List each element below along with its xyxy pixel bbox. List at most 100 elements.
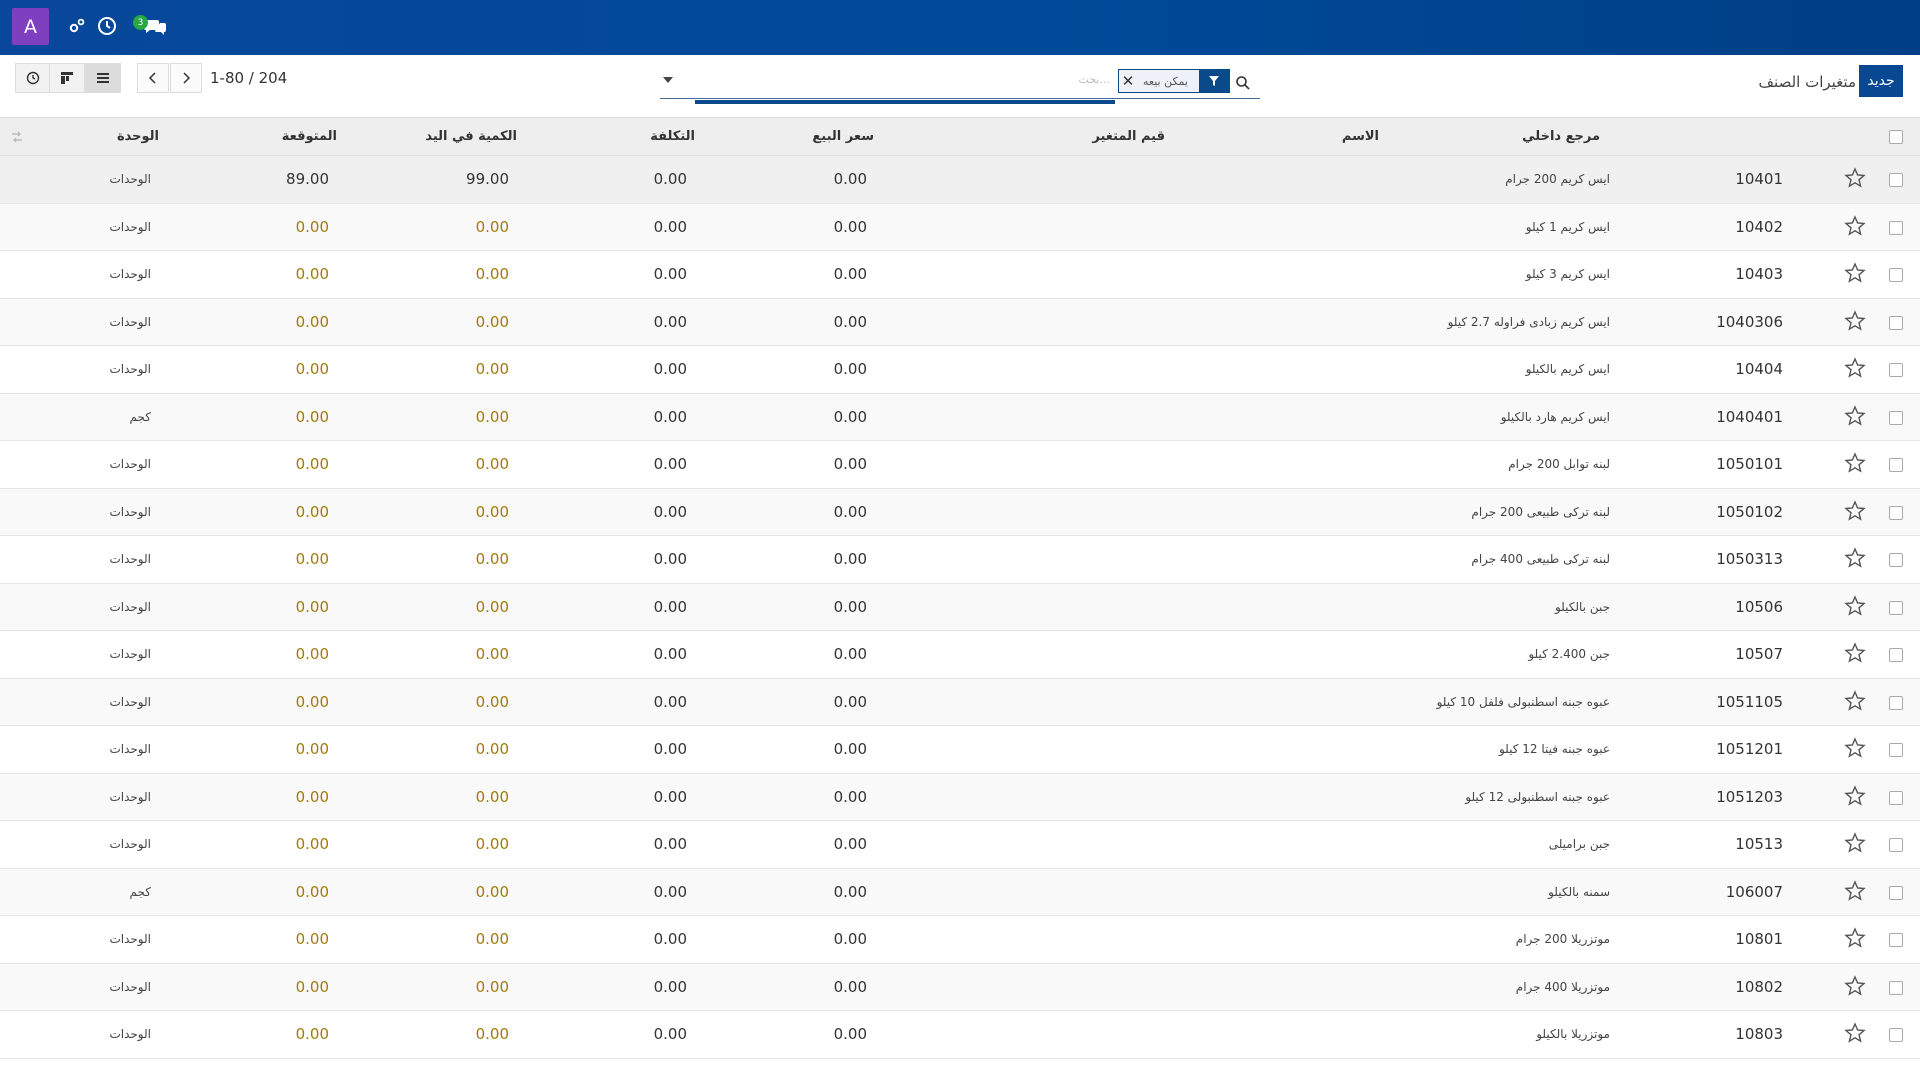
favorite-star-icon[interactable]: [1844, 262, 1866, 284]
facet-remove-icon[interactable]: ✕: [1119, 72, 1137, 90]
row-checkbox[interactable]: [1889, 1028, 1903, 1042]
table-row[interactable]: 10404 ايس كريم بالكيلو 0.00 0.00 0.00 0.00 الو…: [0, 346, 1920, 394]
column-ref[interactable]: مرجع داخلي: [1522, 129, 1600, 144]
favorite-star-icon[interactable]: [1844, 309, 1866, 332]
table-row[interactable]: 10803 موتزريلا بالكيلو 0.00 0.00 0.00 0.00 الو…: [0, 1011, 1920, 1059]
cell-qty-on-hand: 0.00: [475, 835, 509, 853]
pager-previous-button[interactable]: [137, 63, 169, 93]
row-checkbox[interactable]: [1889, 648, 1903, 662]
table-row[interactable]: 106007 سمنه بالكيلو 0.00 0.00 0.00 0.00 كجم: [0, 868, 1920, 916]
table-row[interactable]: 1040306 ايس كريم زبادى فراوله 2.7 كيلو 0.0…: [0, 298, 1920, 346]
favorite-star-icon[interactable]: [1844, 879, 1866, 902]
favorite-star-icon[interactable]: [1844, 214, 1866, 237]
table-row[interactable]: 10403 ايس كريم 3 كيلو 0.00 0.00 0.00 0.00 الوح…: [0, 251, 1920, 299]
column-qty-on-hand[interactable]: الكمية في اليد: [425, 129, 517, 144]
table-row[interactable]: 10401 ايس كريم 200 جرام 0.00 0.00 99.00 89.00…: [0, 156, 1920, 204]
cell-qty-on-hand: 0.00: [475, 455, 509, 473]
favorite-star-icon[interactable]: [1844, 737, 1866, 759]
row-checkbox[interactable]: [1889, 838, 1903, 852]
list-view-button[interactable]: [85, 63, 121, 93]
row-checkbox[interactable]: [1889, 743, 1903, 757]
row-checkbox[interactable]: [1889, 505, 1903, 520]
column-name[interactable]: الاسم: [1342, 129, 1379, 144]
cell-forecast: 0.00: [295, 740, 329, 758]
table-row[interactable]: 1051201 عبوه جبنه فيتا 12 كيلو 0.00 0.00 0.0…: [0, 726, 1920, 774]
row-checkbox[interactable]: [1889, 933, 1903, 947]
pager-next-button[interactable]: [170, 63, 202, 93]
table-row[interactable]: 10801 موتزريلا 200 جرام 0.00 0.00 0.00 0.00 ال…: [0, 916, 1920, 964]
row-checkbox[interactable]: [1889, 600, 1903, 615]
select-all-checkbox[interactable]: [1889, 130, 1903, 144]
cell-sale-price: 0.00: [833, 977, 867, 996]
activity-view-button[interactable]: [15, 63, 51, 93]
table-row[interactable]: 10802 موتزريلا 400 جرام 0.00 0.00 0.00 0.00 ال…: [0, 963, 1920, 1011]
table-row[interactable]: 10507 جبن 2.400 كيلو 0.00 0.00 0.00 0.00 الوحد…: [0, 631, 1920, 679]
favorite-star-icon[interactable]: [1844, 642, 1866, 664]
row-checkbox[interactable]: [1889, 268, 1903, 282]
column-forecast[interactable]: المتوقعة: [282, 129, 337, 144]
favorite-star-icon[interactable]: [1844, 357, 1866, 379]
table-row[interactable]: 1051105 عبوه جبنه اسطنبولى فلفل 10 كيلو 0.…: [0, 678, 1920, 726]
favorite-star-icon[interactable]: [1844, 499, 1866, 522]
cell-qty-on-hand: 0.00: [475, 217, 509, 236]
favorite-star-icon[interactable]: [1844, 594, 1866, 617]
row-checkbox[interactable]: [1889, 315, 1903, 330]
cell-cost: 0.00: [653, 882, 687, 901]
search-input[interactable]: [695, 100, 1115, 104]
favorite-star-icon[interactable]: [1844, 689, 1866, 712]
table-row[interactable]: 1050101 لبنه توابل 200 جرام 0.00 0.00 0.00 0.…: [0, 441, 1920, 489]
favorite-star-icon[interactable]: [1844, 927, 1866, 949]
column-variants[interactable]: قيم المتغير: [1092, 129, 1165, 144]
table-row[interactable]: 10506 جبن بالكيلو 0.00 0.00 0.00 0.00 الوحدات: [0, 583, 1920, 631]
row-checkbox[interactable]: [1889, 363, 1903, 377]
cell-uom: الوحدات: [109, 694, 151, 709]
favorite-star-icon[interactable]: [1844, 974, 1866, 997]
favorite-star-icon[interactable]: [1844, 404, 1866, 427]
new-button[interactable]: جديد: [1859, 65, 1903, 97]
table-row[interactable]: 1051203 عبوه جبنه اسطنبولى 12 كيلو 0.00 0.0…: [0, 773, 1920, 821]
cell-uom: الوحدات: [109, 314, 151, 329]
row-checkbox[interactable]: [1889, 220, 1903, 235]
cell-cost: 0.00: [653, 977, 687, 996]
row-checkbox[interactable]: [1889, 173, 1903, 187]
cell-name: ايس كريم بالكيلو: [1525, 362, 1610, 376]
row-checkbox[interactable]: [1889, 553, 1903, 567]
column-cost[interactable]: التكلفة: [650, 129, 695, 144]
cell-uom: الوحدات: [109, 599, 151, 614]
row-checkbox[interactable]: [1889, 695, 1903, 710]
row-checkbox[interactable]: [1889, 410, 1903, 425]
search-options-toggle[interactable]: [663, 77, 673, 83]
cell-sale-price: 0.00: [833, 787, 867, 806]
pager-value[interactable]: 1-80 / 204: [210, 69, 287, 87]
favorite-star-icon[interactable]: [1844, 784, 1866, 807]
row-checkbox[interactable]: [1889, 885, 1903, 900]
optional-columns-icon[interactable]: [10, 130, 24, 144]
row-checkbox[interactable]: [1889, 790, 1903, 805]
search-icon[interactable]: [1235, 75, 1251, 91]
favorite-star-icon[interactable]: [1844, 1022, 1866, 1044]
row-checkbox[interactable]: [1889, 980, 1903, 995]
row-checkbox[interactable]: [1889, 458, 1903, 472]
favorite-star-icon[interactable]: [1844, 832, 1866, 854]
cell-forecast: 0.00: [295, 977, 329, 996]
list-icon: [97, 73, 109, 83]
kanban-view-button[interactable]: [49, 63, 85, 93]
cell-uom: الوحدات: [109, 172, 151, 186]
settings-icon[interactable]: [66, 15, 88, 37]
cell-cost: 0.00: [653, 1025, 687, 1043]
cell-sale-price: 0.00: [833, 170, 867, 188]
table-row[interactable]: 1050102 لبنه تركى طبيعى 200 جرام 0.00 0.00 0…: [0, 488, 1920, 536]
favorite-star-icon[interactable]: [1844, 167, 1866, 189]
column-sale-price[interactable]: سعر البيع: [812, 129, 874, 144]
table-row[interactable]: 10402 ايس كريم 1 كيلو 0.00 0.00 0.00 0.00 الوح…: [0, 203, 1920, 251]
favorite-star-icon[interactable]: [1844, 452, 1866, 474]
user-avatar[interactable]: A: [12, 8, 49, 45]
clock-icon[interactable]: [96, 15, 118, 37]
cell-ref: 10507: [1735, 645, 1783, 663]
column-uom[interactable]: الوحدة: [117, 129, 159, 144]
table-row[interactable]: 1050313 لبنه تركى طبيعى 400 جرام 0.00 0.00 0…: [0, 536, 1920, 584]
favorite-star-icon[interactable]: [1844, 547, 1866, 569]
cell-sale-price: 0.00: [833, 407, 867, 426]
table-row[interactable]: 10513 جبن براميلى 0.00 0.00 0.00 0.00 الوحدات: [0, 821, 1920, 869]
table-row[interactable]: 1040401 ايس كريم هارد بالكيلو 0.00 0.00 0.00…: [0, 393, 1920, 441]
